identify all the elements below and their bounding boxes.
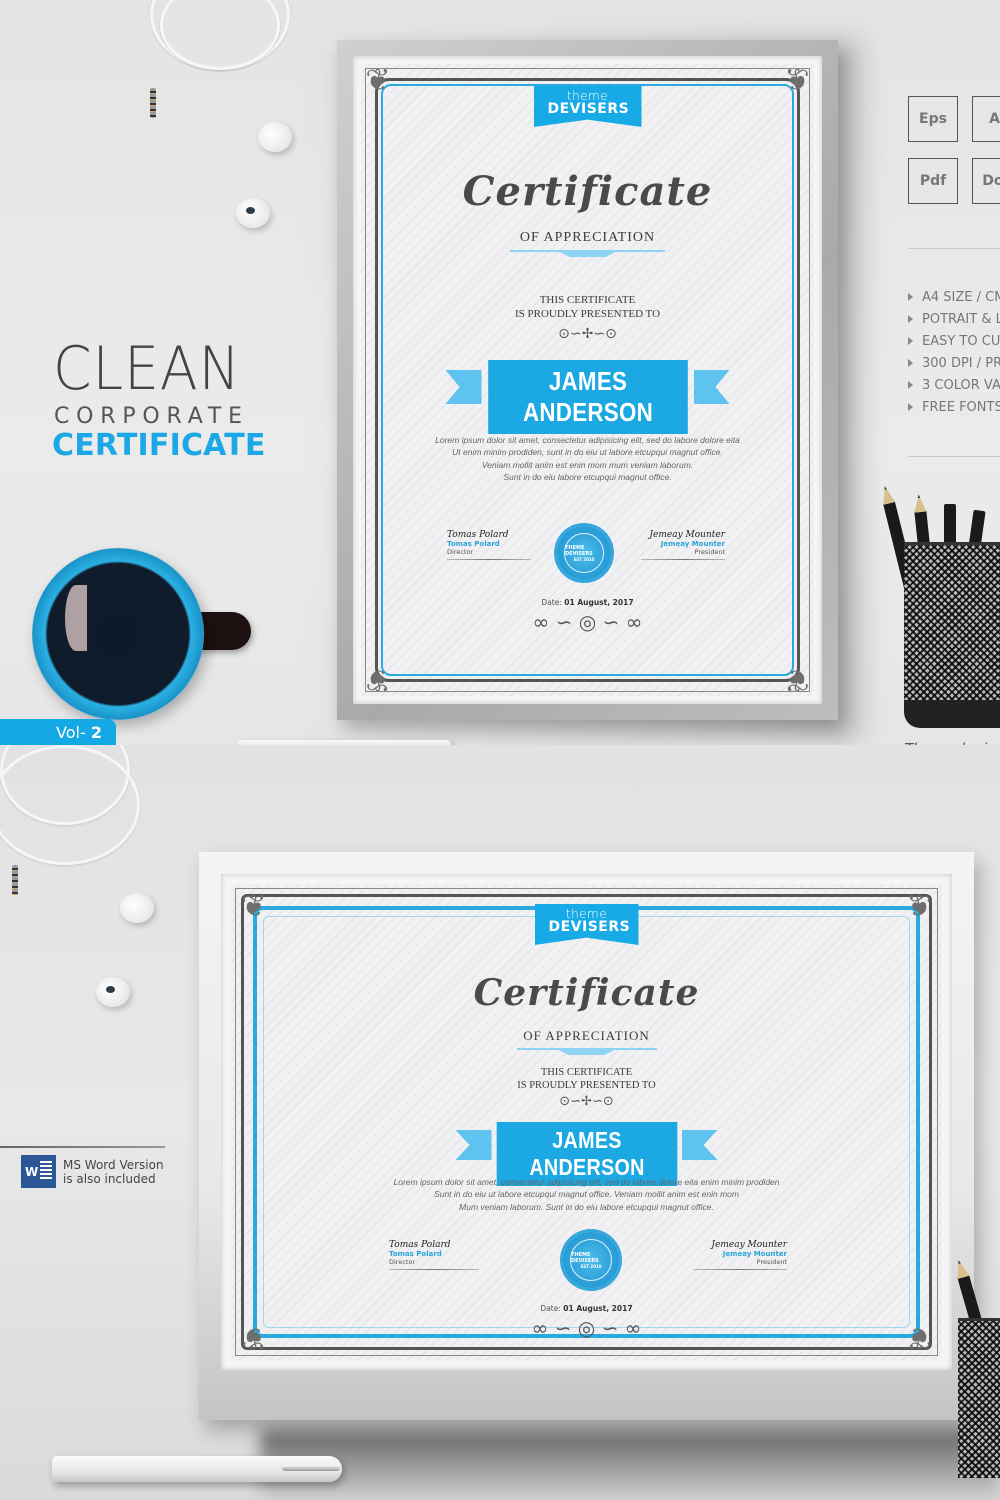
feature-item: A4 SIZE / CMYK bbox=[906, 287, 1000, 309]
bottom-flourish-icon: ∞ ∽ ◎ ∽ ∞ bbox=[532, 610, 643, 634]
flourish-icon: ⊙∽✢∽⊙ bbox=[558, 326, 617, 342]
certificate-date: Date: 01 August, 2017 bbox=[541, 598, 634, 607]
certificate-subtitle: OF APPRECIATION bbox=[519, 230, 656, 245]
corner-ornament-icon: ❦ bbox=[365, 662, 391, 696]
presented-text: THIS CERTIFICATE IS PROUDLY PRESENTED TO bbox=[514, 294, 661, 320]
earbud bbox=[96, 977, 130, 1007]
certificate-title: Certificate bbox=[462, 168, 713, 215]
earbud bbox=[120, 893, 154, 923]
subtitle-underline bbox=[510, 250, 665, 252]
bullet-icon bbox=[908, 315, 913, 323]
certificate-date: Date: 01 August, 2017 bbox=[540, 1304, 633, 1313]
brand-logo: theme DEVISERS bbox=[361, 86, 814, 127]
headphone-jack bbox=[12, 865, 18, 895]
headphone-jack bbox=[150, 88, 156, 118]
bullet-icon bbox=[908, 403, 913, 411]
pencil-holder bbox=[904, 542, 1000, 702]
landscape-frame: ❦ ❦ ❦ ❦ theme DEVISERS Certificate OF AP… bbox=[199, 852, 974, 1420]
brand-logo: theme DEVISERS bbox=[231, 904, 942, 945]
format-badge-pdf: Pdf bbox=[908, 158, 958, 204]
mug-handle bbox=[196, 612, 251, 650]
ms-word-icon: W bbox=[21, 1155, 56, 1188]
volume-badge: Vol- 2 bbox=[0, 719, 116, 745]
subtitle-underline bbox=[516, 1048, 657, 1050]
frame-mat: ❦ ❦ ❦ ❦ theme DEVISERS Certificate OF AP… bbox=[221, 874, 952, 1370]
recipient-ribbon: JAMES ANDERSON bbox=[445, 360, 704, 434]
bullet-icon bbox=[908, 337, 913, 345]
coffee-reflection bbox=[65, 585, 87, 651]
portrait-showcase: ❦ ❦ ❦ ❦ theme DEVISERS Certificate OF AP… bbox=[0, 0, 1000, 745]
headline-certificate: CERTIFICATE bbox=[52, 428, 266, 463]
divider bbox=[0, 1146, 165, 1148]
format-badge-eps: Eps bbox=[908, 96, 958, 142]
feature-item: 300 DPI / PRINT READY bbox=[906, 353, 1000, 375]
bullet-icon bbox=[908, 381, 913, 389]
corner-ornament-icon: ❦ bbox=[784, 662, 810, 696]
feature-item: 3 COLOR VARIATIONS bbox=[906, 375, 1000, 397]
landscape-certificate: ❦ ❦ ❦ ❦ theme DEVISERS Certificate OF AP… bbox=[231, 884, 942, 1360]
headline-corporate: CORPORATE bbox=[54, 404, 249, 429]
earbud bbox=[258, 122, 292, 152]
seal-badge: THEME DEVISERS EST 2010 bbox=[557, 526, 611, 580]
seal-badge: THEME DEVISERS EST 2010 bbox=[563, 1232, 619, 1288]
signature-right: Jemeay Mounter Jemeay Mounter President bbox=[641, 530, 725, 560]
recipient-name: JAMES ANDERSON bbox=[487, 360, 688, 434]
bullet-icon bbox=[908, 359, 913, 367]
certificate-body: Lorem ipsum dolor sit amet, consectetur … bbox=[435, 435, 740, 482]
signature-left: Tomas Polard Tomas Polard Director bbox=[447, 530, 531, 560]
headline-clean: CLEAN bbox=[53, 334, 241, 404]
feature-list: A4 SIZE / CMYK POTRAIT & LANDSCAPE EASY … bbox=[906, 287, 1000, 419]
presented-text: THIS CERTIFICATE IS PROUDLY PRESENTED TO bbox=[517, 1067, 656, 1092]
bottom-flourish-icon: ∞ ∽ ◎ ∽ ∞ bbox=[531, 1316, 642, 1340]
feature-item: FREE FONTS bbox=[906, 397, 1000, 419]
format-badge-doc: Doc bbox=[972, 158, 1000, 204]
feature-item: EASY TO CUSTOMIZE bbox=[906, 331, 1000, 353]
flourish-icon: ⊙∽✢∽⊙ bbox=[559, 1094, 614, 1109]
pen bbox=[52, 1456, 342, 1482]
frame-mat: ❦ ❦ ❦ ❦ theme DEVISERS Certificate OF AP… bbox=[353, 56, 822, 704]
frame-shadow bbox=[260, 1430, 1000, 1500]
pencil-holder-base bbox=[904, 700, 1000, 728]
earbud bbox=[236, 198, 270, 228]
signature-right: Jemeay Mounter Jemeay Mounter President bbox=[693, 1240, 787, 1270]
certificate-title: Certificate bbox=[473, 972, 700, 1014]
bullet-icon bbox=[908, 293, 913, 301]
feature-item: POTRAIT & LANDSCAPE bbox=[906, 309, 1000, 331]
ms-word-note: MS Word Version is also included bbox=[63, 1158, 164, 1186]
coffee-mug bbox=[32, 548, 204, 720]
signature-left: Tomas Polard Tomas Polard Director bbox=[389, 1240, 479, 1270]
portrait-frame: ❦ ❦ ❦ ❦ theme DEVISERS Certificate OF AP… bbox=[337, 40, 838, 720]
divider bbox=[908, 248, 1000, 249]
format-badge-ai: Ai bbox=[972, 96, 1000, 142]
certificate-body: Lorem ipsum dolor sit amet, consectetur … bbox=[393, 1177, 780, 1212]
certificate-subtitle: OF APPRECIATION bbox=[523, 1028, 650, 1043]
portrait-certificate: ❦ ❦ ❦ ❦ theme DEVISERS Certificate OF AP… bbox=[361, 64, 814, 696]
divider bbox=[908, 456, 1000, 457]
pencil-holder bbox=[958, 1318, 1000, 1478]
